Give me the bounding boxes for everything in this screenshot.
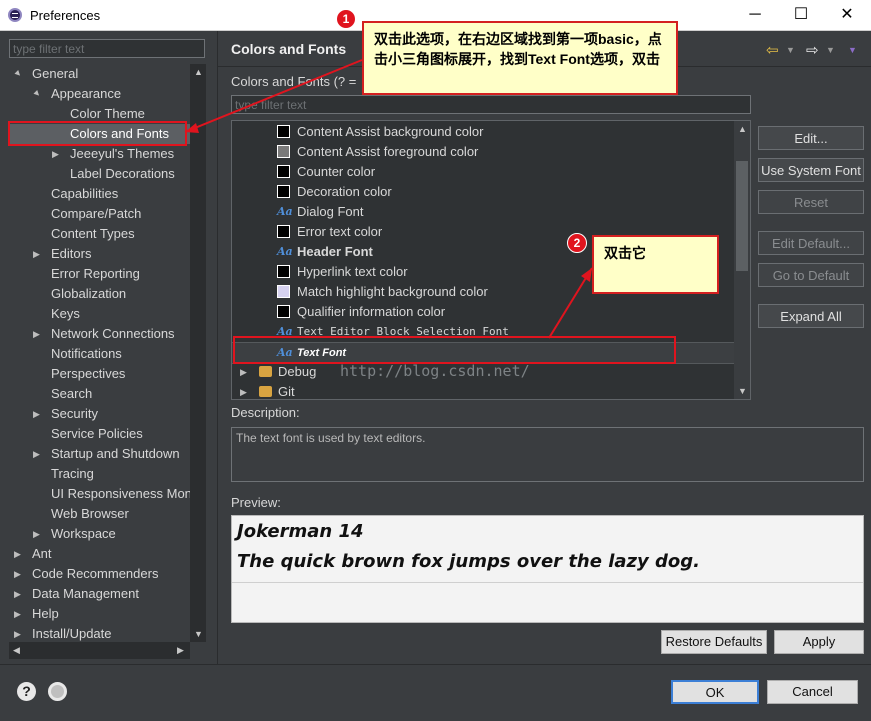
step-1-badge: 1 bbox=[336, 9, 356, 29]
step-2-badge: 2 bbox=[567, 233, 587, 253]
highlight-colors-and-fonts bbox=[8, 121, 187, 146]
arrow-1-head bbox=[185, 123, 199, 133]
watermark: http://blog.csdn.net/ bbox=[340, 362, 530, 380]
arrow-1-line bbox=[184, 59, 363, 133]
step-1-callout: 双击此选项，在右边区域找到第一项basic，点击小三角图标展开，找到Text F… bbox=[362, 21, 678, 95]
highlight-text-font bbox=[233, 336, 676, 364]
step-2-callout: 双击它 bbox=[592, 235, 719, 294]
arrow-2-head bbox=[581, 268, 592, 282]
